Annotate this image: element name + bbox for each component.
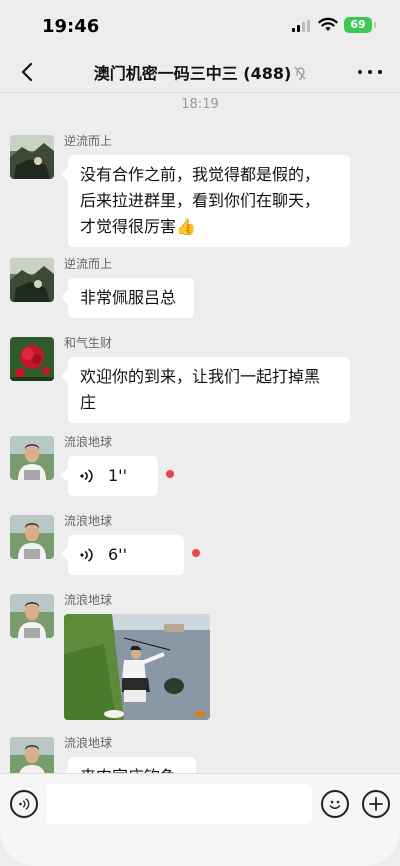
voice-duration: 6'' xyxy=(108,545,127,564)
status-bar: 19:46 69 xyxy=(0,0,400,52)
phone-screen: 19:46 69 澳门机密一码三中三 (488) 18:19 逆流而上 没有合作… xyxy=(0,0,400,866)
avatar[interactable] xyxy=(10,436,54,480)
voice-input-icon[interactable] xyxy=(10,790,38,818)
voice-message-bubble[interactable]: 1'' xyxy=(68,456,158,496)
sender-name: 流浪地球 xyxy=(64,736,113,750)
message-line: 来肉家庄钓鱼 xyxy=(80,764,184,773)
add-icon[interactable] xyxy=(362,790,390,818)
avatar[interactable] xyxy=(10,258,54,302)
message-line: 非常佩服吕总 xyxy=(80,288,177,307)
voice-wave-icon xyxy=(80,469,93,483)
message-line-text: 才觉得很厉害 xyxy=(80,217,177,236)
back-arrow-icon[interactable] xyxy=(16,60,40,84)
message-line: 才觉得很厉害👍 xyxy=(80,214,338,240)
message-list[interactable]: 18:19 逆流而上 没有合作之前，我觉得都是假的， 后来拉进群里，看到你们在聊… xyxy=(0,93,400,773)
voice-wave-icon xyxy=(80,548,93,562)
chat-header: 澳门机密一码三中三 (488) xyxy=(0,52,400,93)
chat-title: 澳门机密一码三中三 (488) xyxy=(60,60,340,84)
message-line: 欢迎你的到来，让我们一起打掉黑 xyxy=(80,367,321,386)
voice-message-bubble[interactable]: 6'' xyxy=(68,535,184,575)
sender-name: 逆流而上 xyxy=(64,134,113,148)
avatar[interactable] xyxy=(10,337,54,381)
avatar[interactable] xyxy=(10,135,54,179)
message-line: 没有合作之前，我觉得都是假的， xyxy=(80,165,321,184)
status-time: 19:46 xyxy=(42,16,100,37)
cellular-signal-icon xyxy=(292,20,310,32)
voice-duration: 1'' xyxy=(108,466,127,485)
message-line: 后来拉进群里，看到你们在聊天， xyxy=(80,191,321,210)
avatar[interactable] xyxy=(10,594,54,638)
thumbs-up-emoji: 👍 xyxy=(176,217,196,236)
wifi-icon xyxy=(318,17,338,31)
chat-title-text: 澳门机密一码三中三 (488) xyxy=(93,64,292,83)
message-timestamp: 18:19 xyxy=(181,97,219,112)
message-bubble[interactable]: 欢迎你的到来，让我们一起打掉黑 庄 xyxy=(68,357,350,423)
sender-name: 流浪地球 xyxy=(64,514,113,528)
message-input[interactable] xyxy=(47,784,312,824)
message-bubble[interactable]: 没有合作之前，我觉得都是假的， 后来拉进群里，看到你们在聊天， 才觉得很厉害👍 xyxy=(68,155,350,247)
avatar[interactable] xyxy=(10,737,54,773)
input-bar xyxy=(0,773,400,866)
message-bubble[interactable]: 来肉家庄钓鱼 xyxy=(68,757,196,773)
more-dots-icon[interactable] xyxy=(358,62,382,82)
sender-name: 和气生财 xyxy=(64,336,113,350)
sender-name: 流浪地球 xyxy=(64,593,113,607)
avatar[interactable] xyxy=(10,515,54,559)
unread-dot xyxy=(166,470,174,478)
message-line: 庄 xyxy=(80,393,97,412)
unread-dot xyxy=(192,549,200,557)
mute-ear-icon xyxy=(294,66,306,80)
battery-indicator: 69 xyxy=(344,17,376,33)
sender-name: 流浪地球 xyxy=(64,435,113,449)
image-message[interactable] xyxy=(64,614,210,720)
emoji-icon[interactable] xyxy=(321,790,349,818)
sender-name: 逆流而上 xyxy=(64,257,113,271)
message-bubble[interactable]: 非常佩服吕总 xyxy=(68,278,194,318)
